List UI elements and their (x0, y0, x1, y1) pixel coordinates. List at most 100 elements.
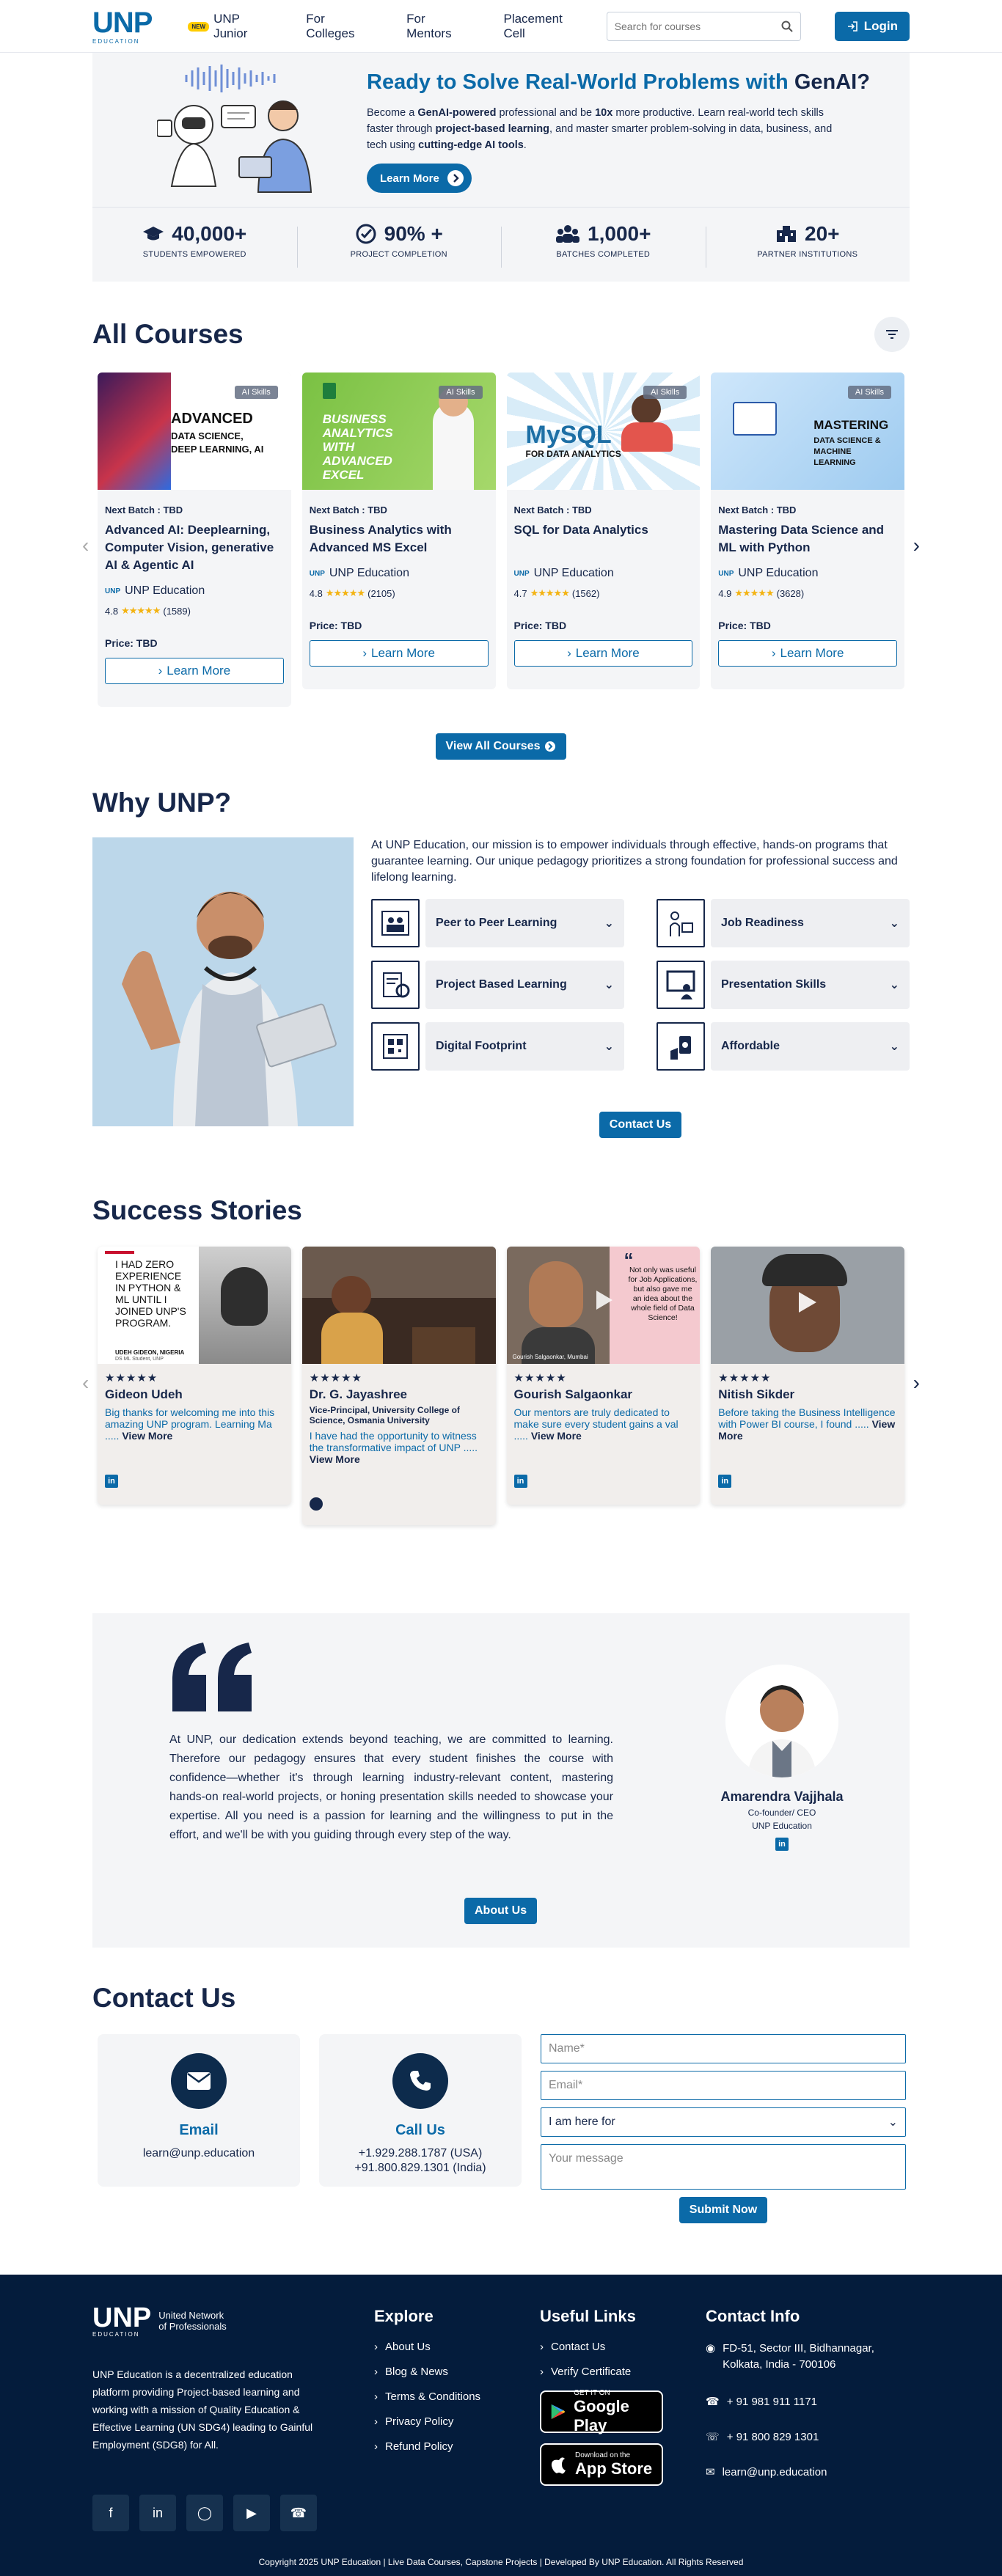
feature-project-based-learning[interactable]: Project Based Learning ⌄ (371, 961, 624, 1009)
stat-label: PROJECT COMPLETION (350, 249, 447, 259)
feature-affordable[interactable]: Affordable ⌄ (657, 1022, 910, 1071)
linkedin-icon[interactable]: in (775, 1838, 789, 1851)
globe-icon[interactable] (309, 1497, 323, 1511)
site-logo[interactable]: UNP EDUCATION (92, 8, 185, 45)
message-textarea[interactable]: Your message (541, 2144, 906, 2190)
course-title[interactable]: Advanced AI: Deeplearning, Computer Visi… (105, 521, 284, 574)
peer-learning-icon (371, 899, 420, 947)
course-card[interactable]: ADVANCED DATA SCIENCE, DEEP LEARNING, AI… (98, 373, 291, 707)
carousel-prev-icon[interactable]: ‹ (82, 534, 89, 557)
story-card[interactable]: ★★★★★ Nitish Sikder Before taking the Bu… (711, 1247, 904, 1505)
stat-label: BATCHES COMPLETED (556, 249, 651, 259)
course-title[interactable]: Business Analytics with Advanced MS Exce… (310, 521, 489, 557)
stat-projects: 90% + PROJECT COMPLETION (296, 222, 502, 268)
linkedin-icon[interactable]: in (139, 2495, 176, 2531)
learn-more-button[interactable]: › Learn More (105, 658, 284, 684)
search-icon[interactable] (781, 21, 793, 32)
thumb-role: DS ML Student, UNP (115, 1357, 164, 1362)
story-excerpt: I have had the opportunity to witness th… (309, 1430, 478, 1453)
hero-learn-more-button[interactable]: Learn More (367, 164, 472, 193)
course-card[interactable]: BUSINESS ANALYTICS WITH ADVANCED EXCEL A… (301, 373, 496, 689)
button-label: View All Courses (445, 740, 541, 752)
youtube-icon[interactable]: ▶ (233, 2495, 270, 2531)
app-store-button[interactable]: Download on the App Store (540, 2443, 663, 2486)
footer-link[interactable]: › Refund Policy (374, 2440, 480, 2453)
course-card[interactable]: MASTERING DATA SCIENCE & MACHINE LEARNIN… (711, 373, 904, 689)
footer-link[interactable]: › Terms & Conditions (374, 2390, 480, 2403)
button-label: About Us (475, 1904, 527, 1917)
phone-india[interactable]: +91.800.829.1301 (India) (319, 2161, 522, 2176)
footer-logo[interactable]: UNP EDUCATION United Network of Profession… (92, 2304, 227, 2338)
view-more-link[interactable]: View More (531, 1430, 582, 1442)
ceo-name: Amarendra Vajjhala (720, 1789, 844, 1804)
course-title[interactable]: SQL for Data Analytics (514, 521, 693, 539)
footer-link[interactable]: › About Us (374, 2341, 480, 2353)
feature-job-readiness[interactable]: Job Readiness ⌄ (657, 899, 910, 947)
call-card: Call Us +1.929.288.1787 (USA) +91.800.82… (319, 2034, 522, 2187)
link-label: Terms & Conditions (385, 2390, 481, 2403)
submit-button[interactable]: Submit Now (679, 2197, 768, 2223)
stat-number: 40,000+ (172, 221, 247, 245)
hero-banner: Ready to Solve Real-World Problems with … (92, 53, 910, 282)
linkedin-icon[interactable]: in (513, 1475, 527, 1488)
view-more-link[interactable]: View More (122, 1430, 172, 1442)
learn-more-button[interactable]: › Learn More (718, 640, 897, 667)
feature-peer-learning[interactable]: Peer to Peer Learning ⌄ (371, 899, 624, 947)
story-card[interactable]: I HAD ZERO EXPERIENCE IN PYTHON & ML UNT… (98, 1247, 291, 1505)
job-readiness-icon (657, 899, 705, 947)
story-name: Gourish Salgaonkar (513, 1387, 633, 1401)
nav-link-placement-cell[interactable]: Placement Cell (503, 12, 584, 41)
story-card[interactable]: “ Not only was useful for Job Applicatio… (506, 1247, 701, 1505)
feature-digital-footprint[interactable]: Digital Footprint ⌄ (371, 1022, 624, 1071)
carousel-prev-icon[interactable]: ‹ (82, 1371, 89, 1395)
story-card[interactable]: ★★★★★ Dr. G. Jayashree Vice-Principal, U… (301, 1247, 496, 1525)
login-button[interactable]: Login (834, 12, 910, 41)
phone-usa[interactable]: +1.929.288.1787 (USA) (319, 2146, 522, 2161)
carousel-next-icon[interactable]: › (913, 1371, 920, 1395)
purpose-select[interactable]: I am here for ⌄ (541, 2107, 906, 2137)
learn-more-button[interactable]: › Learn More (513, 640, 693, 667)
linkedin-icon[interactable]: in (718, 1475, 732, 1488)
story-text: Big thanks for welcoming me into this am… (105, 1406, 284, 1442)
about-us-button[interactable]: About Us (464, 1898, 538, 1924)
email-field[interactable]: Email* (541, 2071, 906, 2100)
nav-link-for-mentors[interactable]: For Mentors (406, 12, 471, 41)
arrow-circle-icon (545, 741, 556, 752)
chevron-right-icon: › (374, 2440, 378, 2453)
login-icon (847, 21, 857, 32)
whatsapp-icon[interactable]: ☎ (280, 2495, 317, 2531)
footer-link[interactable]: › Blog & News (374, 2366, 480, 2378)
button-label: Contact Us (609, 1118, 672, 1131)
carousel-next-icon[interactable]: › (913, 534, 920, 557)
view-more-link[interactable]: View More (310, 1453, 360, 1465)
nav-link-for-colleges[interactable]: For Colleges (306, 12, 374, 41)
footer-phone[interactable]: ☎ + 91 981 911 1171 (706, 2395, 910, 2409)
footer-link[interactable]: › Privacy Policy (374, 2415, 480, 2428)
email-value[interactable]: learn@unp.education (98, 2146, 300, 2161)
field-placeholder: Email* (549, 2079, 583, 2091)
footer-link[interactable]: › Verify Certificate (540, 2366, 663, 2378)
facebook-icon[interactable]: f (92, 2495, 129, 2531)
contact-us-button[interactable]: Contact Us (599, 1112, 682, 1138)
hero-desc-text: professional and be (496, 107, 596, 119)
filter-button[interactable] (874, 317, 910, 352)
linkedin-icon[interactable]: in (105, 1475, 118, 1488)
course-card[interactable]: MySQL FOR DATA ANALYTICS AI Skills Next … (506, 373, 701, 689)
google-play-button[interactable]: GET IT ON Google Play (540, 2389, 663, 2434)
chevron-down-icon: ⌄ (604, 1041, 614, 1053)
star-rating-icon: ★★★★★ (530, 587, 570, 598)
play-icon[interactable] (596, 1291, 612, 1310)
nav-link-unp-junior[interactable]: NEW UNP Junior (188, 12, 274, 41)
learn-more-button[interactable]: › Learn More (309, 640, 489, 667)
instagram-icon[interactable]: ◯ (186, 2495, 223, 2531)
feature-presentation-skills[interactable]: Presentation Skills ⌄ (657, 961, 910, 1009)
footer-link[interactable]: › Contact Us (540, 2341, 663, 2353)
footer-email[interactable]: ✉ learn@unp.education (706, 2465, 910, 2479)
search-input[interactable] (614, 21, 761, 32)
play-icon[interactable] (799, 1292, 817, 1313)
footer-phone[interactable]: ☏ + 91 800 829 1301 (706, 2430, 910, 2444)
course-title[interactable]: Mastering Data Science and ML with Pytho… (718, 521, 897, 557)
view-all-courses-button[interactable]: View All Courses (435, 733, 567, 760)
rating-count: (1589) (163, 605, 191, 617)
name-field[interactable]: Name* (541, 2034, 906, 2063)
